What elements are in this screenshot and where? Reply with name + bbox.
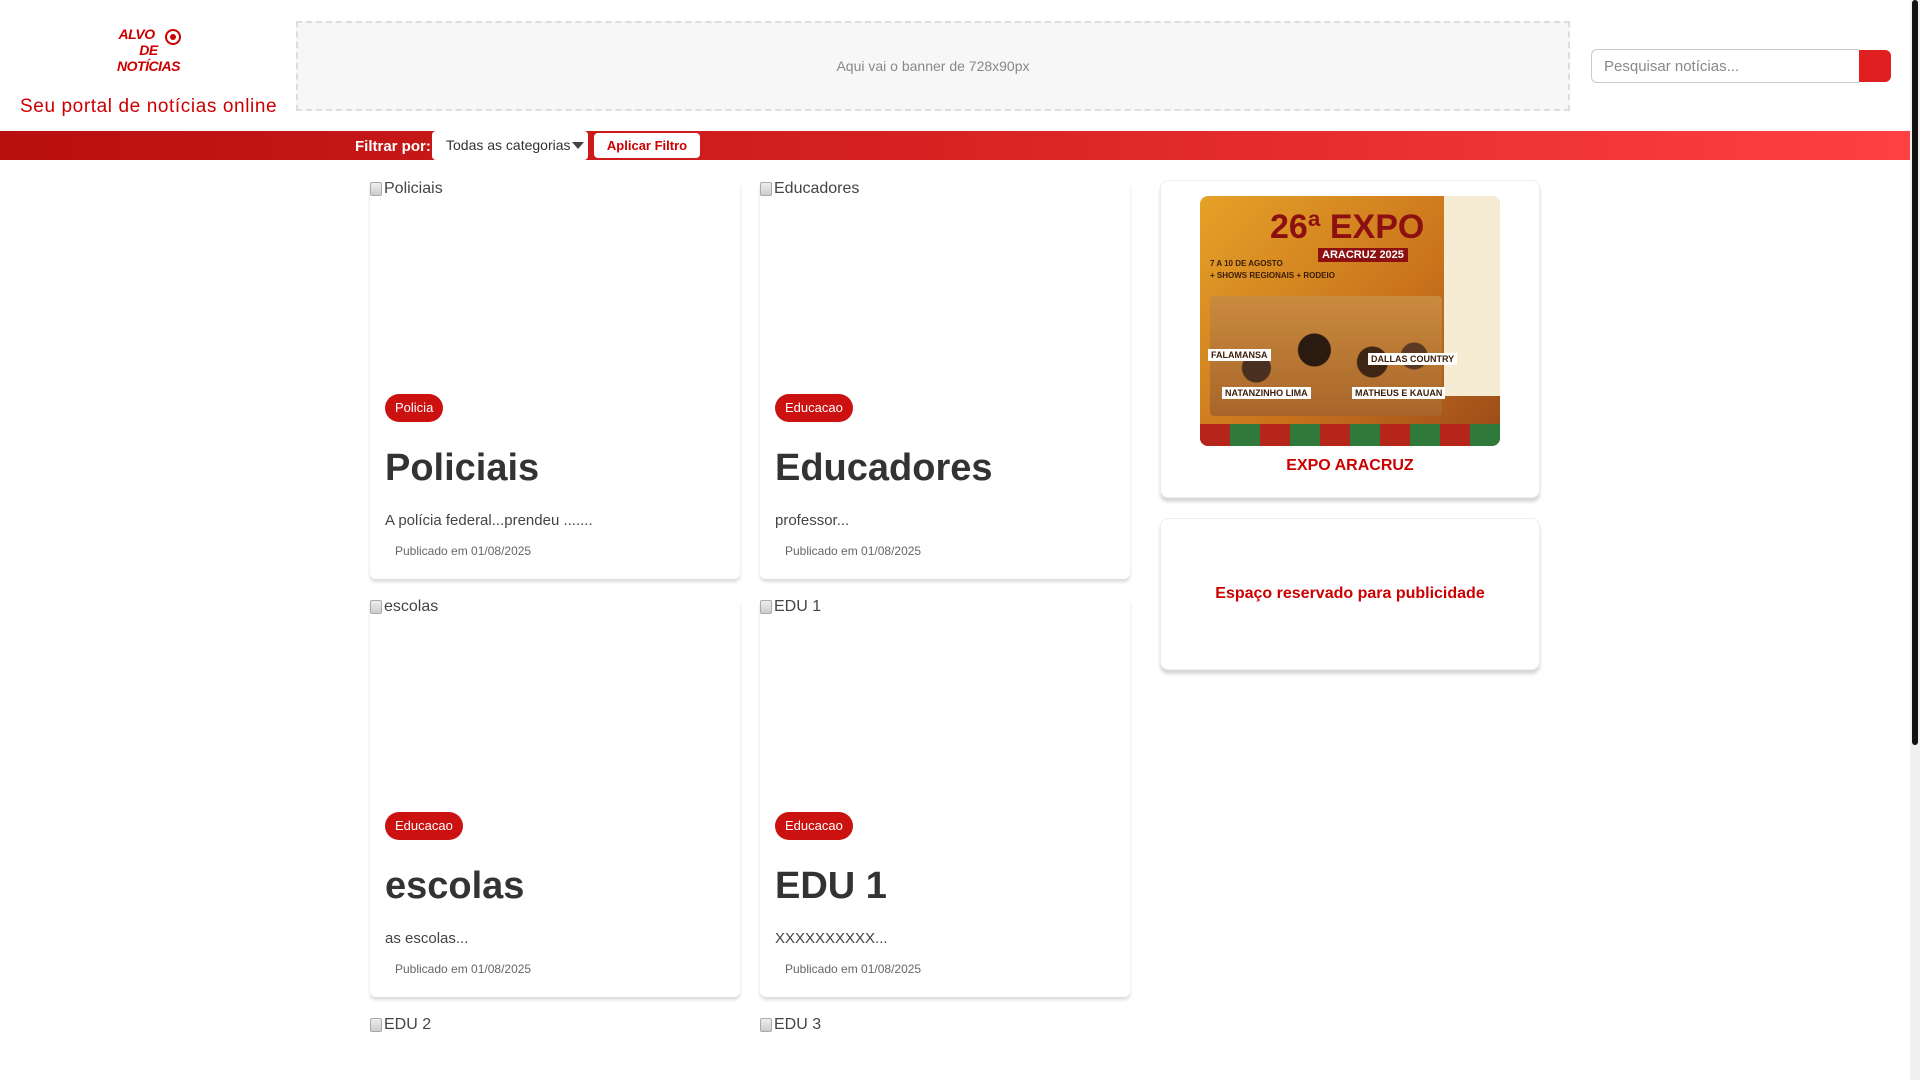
article-date: Publicado em 01/08/2025 bbox=[785, 544, 922, 558]
search-form bbox=[1591, 49, 1891, 83]
article-title[interactable]: escolas bbox=[385, 865, 524, 908]
poster-footer bbox=[1200, 424, 1500, 446]
article-card[interactable]: EDU 3 bbox=[760, 1016, 1130, 1080]
article-card[interactable]: EDU 2 bbox=[370, 1016, 740, 1080]
expo-caption[interactable]: EXPO ARACRUZ bbox=[1161, 457, 1539, 475]
article-card[interactable]: EDU 1 Educacao EDU 1 XXXXXXXXXX... Publi… bbox=[760, 598, 1130, 997]
category-select-value: Todas as categorias bbox=[446, 137, 571, 153]
poster-highlights: + SHOWS REGIONAIS + RODEIO bbox=[1210, 271, 1335, 280]
article-date: Publicado em 01/08/2025 bbox=[395, 962, 532, 976]
article-image[interactable]: EDU 2 bbox=[370, 1016, 740, 1080]
logo-line-1: ALVO bbox=[118, 26, 156, 42]
article-image[interactable]: EDU 3 bbox=[760, 1016, 1130, 1080]
caret-down-icon bbox=[572, 142, 584, 149]
search-input[interactable] bbox=[1591, 49, 1859, 83]
article-image-alt: escolas bbox=[384, 598, 439, 615]
article-excerpt: XXXXXXXXXX... bbox=[775, 930, 888, 947]
ad-placeholder-box: Espaço reservado para publicidade bbox=[1160, 518, 1540, 670]
category-badge[interactable]: Educacao bbox=[775, 394, 853, 422]
page: ALVO DE NOTÍCIAS Seu portal de notícias … bbox=[0, 0, 1920, 1080]
artist-label: NATANZINHO LIMA bbox=[1222, 387, 1311, 399]
article-image[interactable]: Policiais bbox=[370, 180, 740, 380]
artist-label: DALLAS COUNTRY bbox=[1368, 353, 1458, 365]
logo-line-2: DE NOTÍCIAS bbox=[117, 42, 180, 74]
article-title[interactable]: EDU 1 bbox=[775, 865, 887, 908]
banner-text: Aqui vai o banner de 728x90px bbox=[836, 58, 1030, 74]
artist-label: FALAMANSA bbox=[1208, 349, 1271, 361]
article-excerpt: A polícia federal...prendeu ....... bbox=[385, 512, 593, 529]
article-image-alt: EDU 3 bbox=[774, 1016, 822, 1033]
article-card[interactable]: Policiais Policia Policiais A polícia fe… bbox=[370, 180, 740, 579]
category-badge[interactable]: Policia bbox=[385, 394, 444, 422]
poster-edition: 26ª EXPO bbox=[1270, 208, 1425, 246]
broken-image-icon: EDU 1 bbox=[760, 598, 821, 616]
article-image-alt: Policiais bbox=[384, 180, 443, 197]
broken-image-icon: Policiais bbox=[370, 180, 443, 198]
article-date: Publicado em 01/08/2025 bbox=[785, 962, 922, 976]
article-image[interactable]: Educadores bbox=[760, 180, 1130, 380]
broken-image-icon: Educadores bbox=[760, 180, 859, 198]
poster-dates: 7 A 10 DE AGOSTO bbox=[1210, 259, 1283, 268]
broken-image-icon: EDU 3 bbox=[760, 1016, 821, 1034]
search-button[interactable] bbox=[1859, 50, 1891, 82]
category-badge[interactable]: Educacao bbox=[385, 812, 463, 840]
article-image-alt: Educadores bbox=[774, 180, 860, 197]
category-select[interactable]: Todas as categorias bbox=[432, 131, 588, 160]
article-title[interactable]: Policiais bbox=[385, 447, 539, 490]
sponsors-panel bbox=[1444, 196, 1500, 396]
broken-image-icon: EDU 2 bbox=[370, 1016, 431, 1034]
category-badge[interactable]: Educacao bbox=[775, 812, 853, 840]
apply-filter-button[interactable]: Aplicar Filtro bbox=[594, 133, 700, 158]
expo-ad-box[interactable]: 26ª EXPO ARACRUZ 2025 7 A 10 DE AGOSTO +… bbox=[1160, 180, 1540, 498]
article-date: Publicado em 01/08/2025 bbox=[395, 544, 532, 558]
article-title[interactable]: Educadores bbox=[775, 447, 993, 490]
broken-image-icon: escolas bbox=[370, 598, 438, 616]
poster-info: 7 A 10 DE AGOSTO + SHOWS REGIONAIS + ROD… bbox=[1210, 258, 1335, 282]
article-card[interactable]: escolas Educacao escolas as escolas... P… bbox=[370, 598, 740, 997]
article-image[interactable]: EDU 1 bbox=[760, 598, 1130, 798]
article-image-alt: EDU 2 bbox=[384, 1016, 432, 1033]
site-tagline: Seu portal de notícias online bbox=[20, 96, 278, 117]
alvo-logo-icon: ALVO DE NOTÍCIAS bbox=[113, 24, 183, 74]
scrollbar-thumb[interactable] bbox=[1912, 0, 1918, 745]
article-excerpt: professor... bbox=[775, 512, 850, 529]
page-scrollbar[interactable] bbox=[1910, 0, 1920, 1080]
artist-label: MATHEUS E KAUAN bbox=[1352, 387, 1446, 399]
article-image-alt: EDU 1 bbox=[774, 598, 822, 615]
article-excerpt: as escolas... bbox=[385, 930, 469, 947]
article-image[interactable]: escolas bbox=[370, 598, 740, 798]
expo-aracruz-poster[interactable]: 26ª EXPO ARACRUZ 2025 7 A 10 DE AGOSTO +… bbox=[1200, 196, 1500, 446]
article-card[interactable]: Educadores Educacao Educadores professor… bbox=[760, 180, 1130, 579]
filter-bar: Filtrar por: Todas as categorias Aplicar… bbox=[0, 131, 1910, 160]
filter-label: Filtrar por: bbox=[355, 138, 431, 155]
top-banner-placeholder: Aqui vai o banner de 728x90px bbox=[296, 21, 1570, 111]
ad-placeholder-text: Espaço reservado para publicidade bbox=[1215, 585, 1485, 602]
